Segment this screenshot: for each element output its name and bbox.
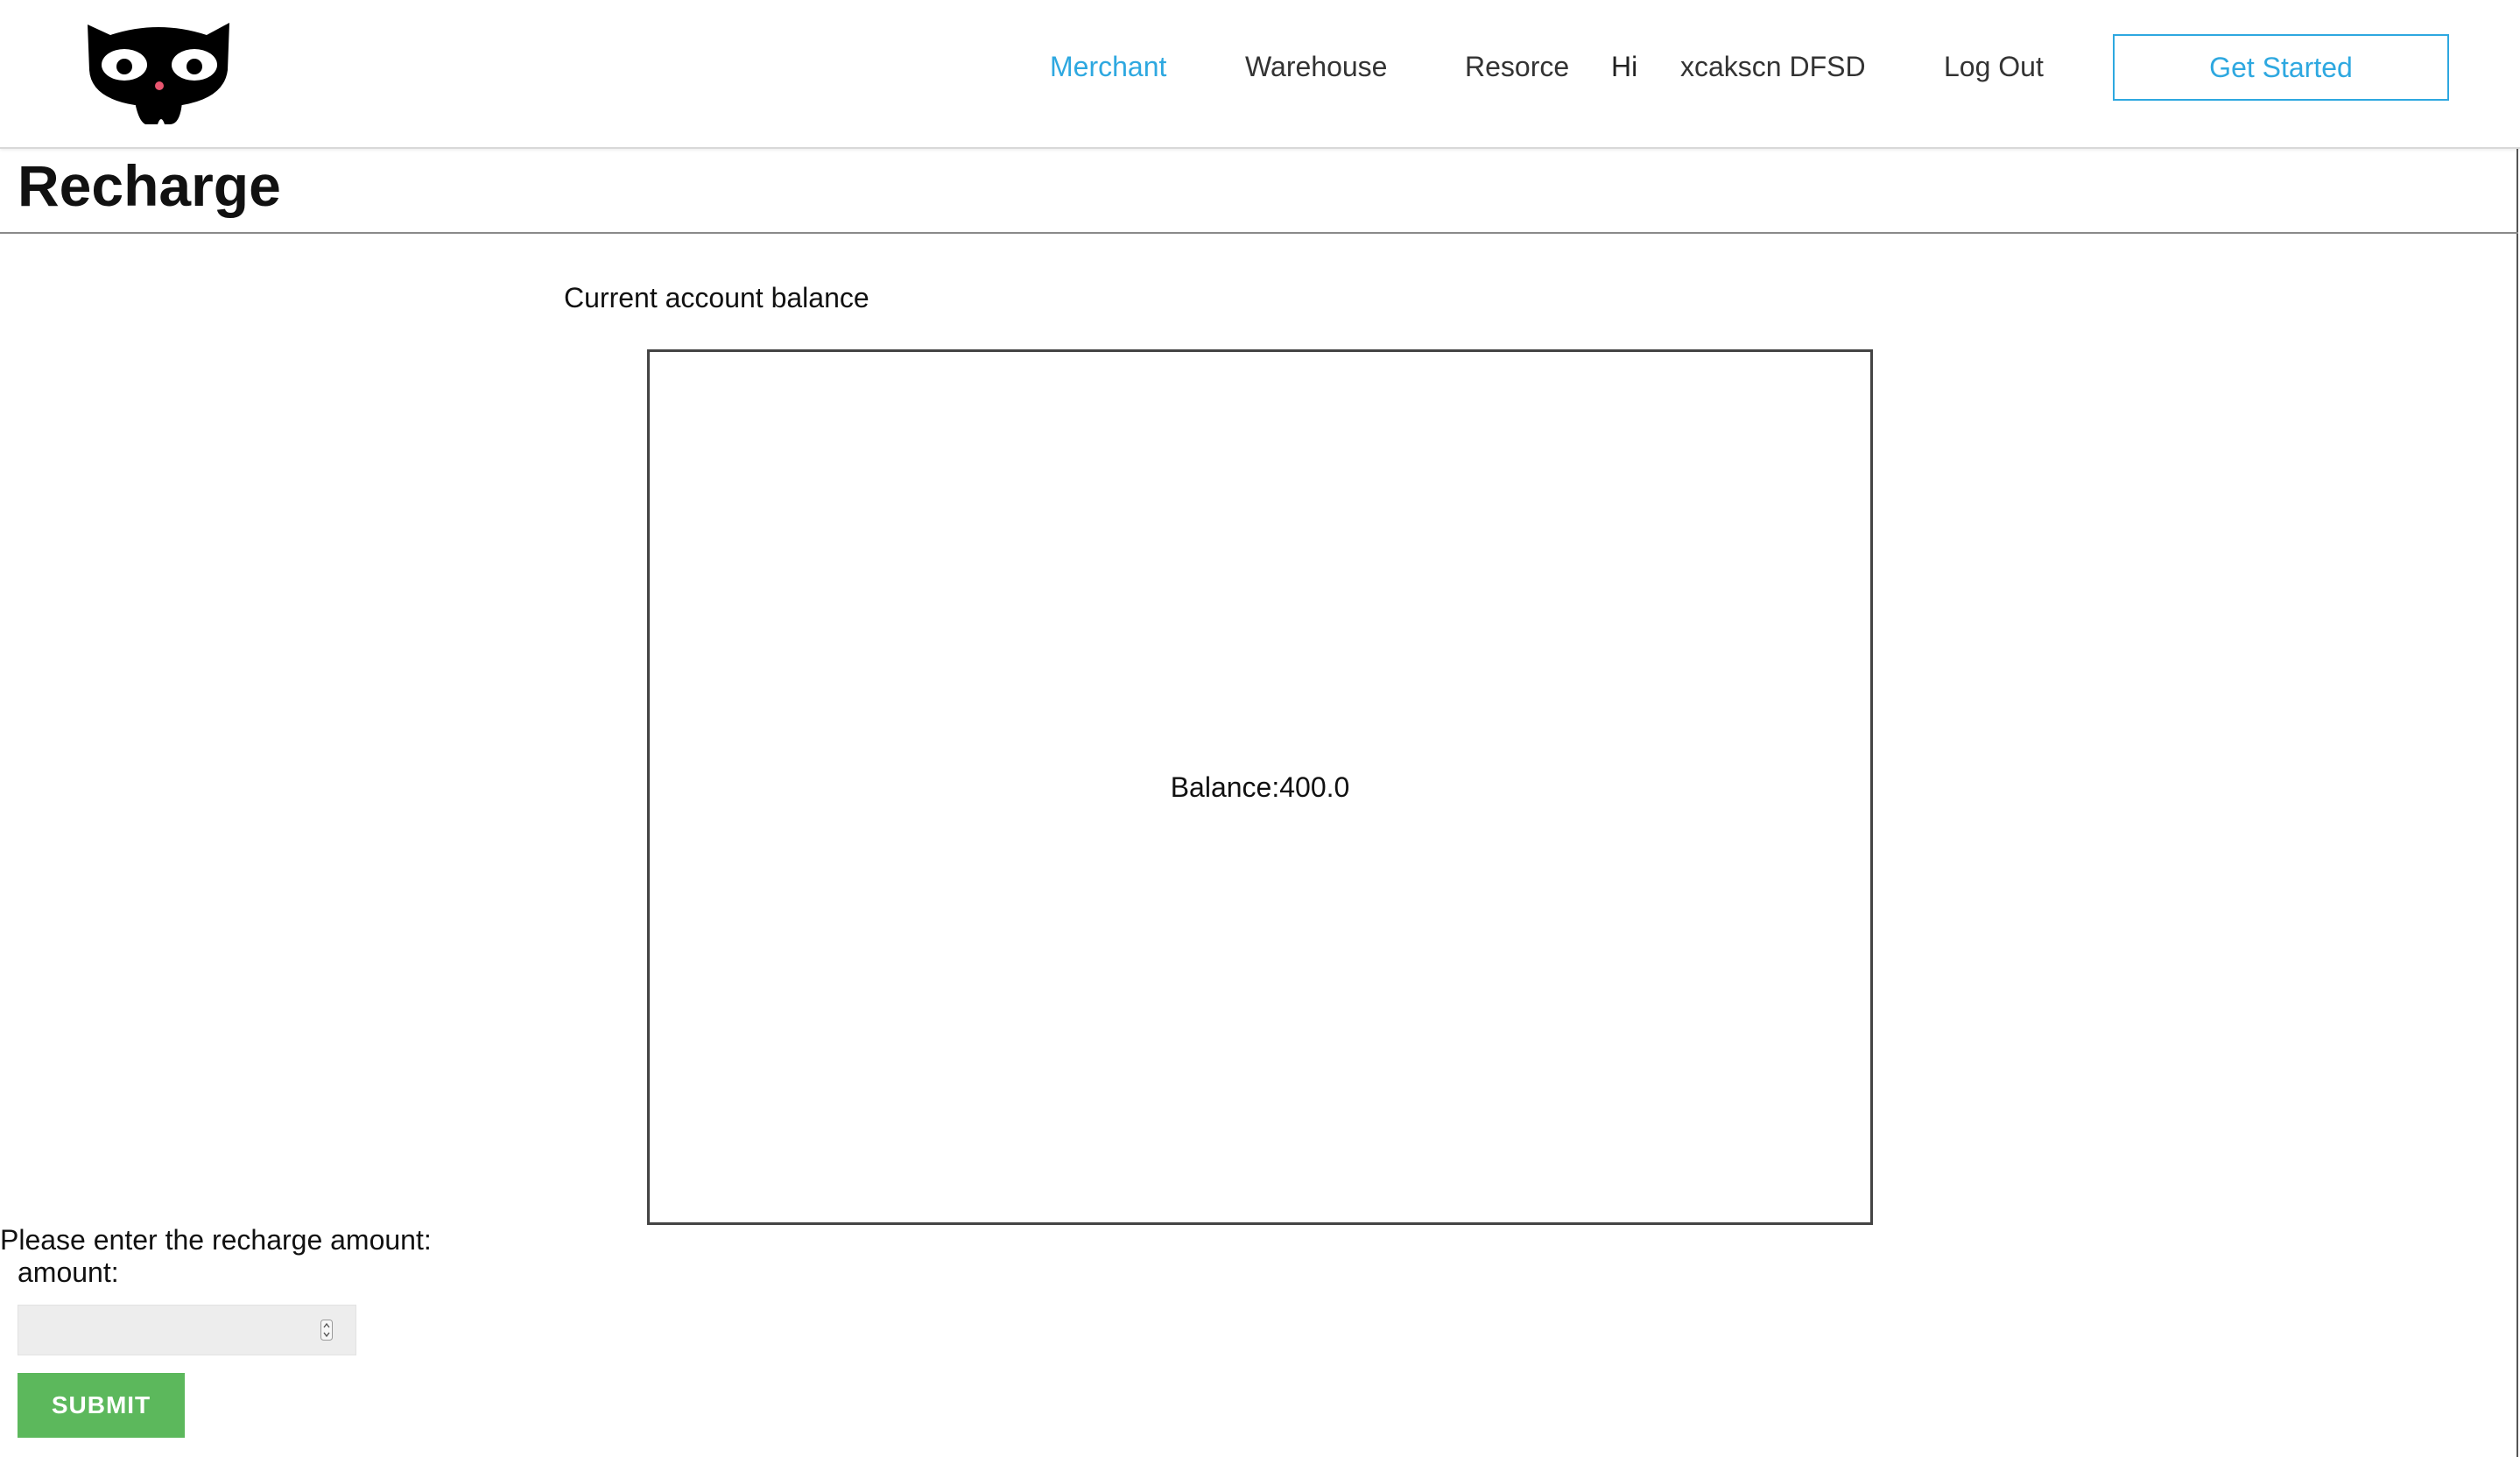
amount-label: amount: bbox=[18, 1256, 119, 1288]
balance-value: Balance:400.0 bbox=[1170, 771, 1350, 803]
title-divider bbox=[0, 232, 2518, 234]
recharge-prompt: Please enter the recharge amount: bbox=[0, 1224, 432, 1256]
top-navbar: Merchant Warehouse Resorce Hi xcakscn DF… bbox=[0, 0, 2520, 149]
get-started-button[interactable]: Get Started bbox=[2113, 34, 2449, 101]
nav-username-link[interactable]: xcakscn DFSD bbox=[1680, 49, 1866, 84]
number-spinner-icon[interactable] bbox=[320, 1320, 333, 1341]
nav-link-warehouse[interactable]: Warehouse bbox=[1245, 49, 1387, 84]
page-title: Recharge bbox=[18, 153, 281, 218]
right-border bbox=[2516, 149, 2518, 1457]
nav-link-resorce[interactable]: Resorce bbox=[1465, 49, 1569, 84]
submit-button[interactable]: SUBMIT bbox=[18, 1373, 185, 1438]
greeting-text: Hi bbox=[1611, 51, 1638, 82]
cat-logo-icon[interactable] bbox=[84, 18, 233, 124]
balance-panel: Balance:400.0 bbox=[647, 349, 1873, 1225]
nav-link-merchant[interactable]: Merchant bbox=[1050, 49, 1166, 84]
amount-input[interactable] bbox=[18, 1306, 316, 1353]
balance-section-label: Current account balance bbox=[564, 282, 869, 313]
amount-field-wrapper bbox=[18, 1305, 356, 1355]
logout-link[interactable]: Log Out bbox=[1944, 49, 2044, 84]
